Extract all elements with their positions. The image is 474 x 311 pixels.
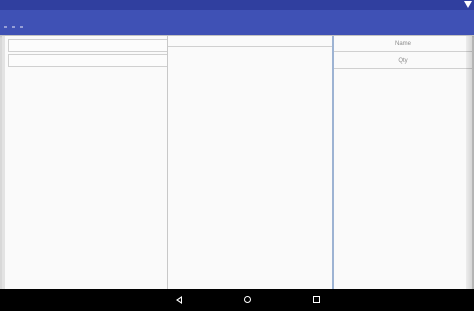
app-bar [0, 10, 474, 35]
navigation-bar [0, 289, 474, 311]
home-icon[interactable] [244, 296, 251, 303]
qty-field[interactable]: Qty [334, 54, 472, 69]
left-input-2[interactable] [8, 54, 168, 67]
middle-panel [167, 36, 333, 289]
qty-label: Qty [398, 58, 408, 64]
back-icon[interactable] [176, 296, 182, 304]
left-input-1[interactable] [8, 39, 168, 52]
right-panel: Name Qty [332, 36, 472, 289]
main-content: Name Qty [2, 36, 472, 289]
side-shadow [466, 36, 474, 289]
middle-header [168, 37, 332, 47]
signal-icon [464, 1, 472, 8]
app-bar-decoration [4, 26, 28, 28]
name-label: Name [394, 41, 411, 47]
left-panel [2, 36, 168, 289]
recents-icon[interactable] [313, 296, 320, 303]
status-bar [0, 0, 474, 10]
name-field[interactable]: Name [334, 37, 472, 52]
